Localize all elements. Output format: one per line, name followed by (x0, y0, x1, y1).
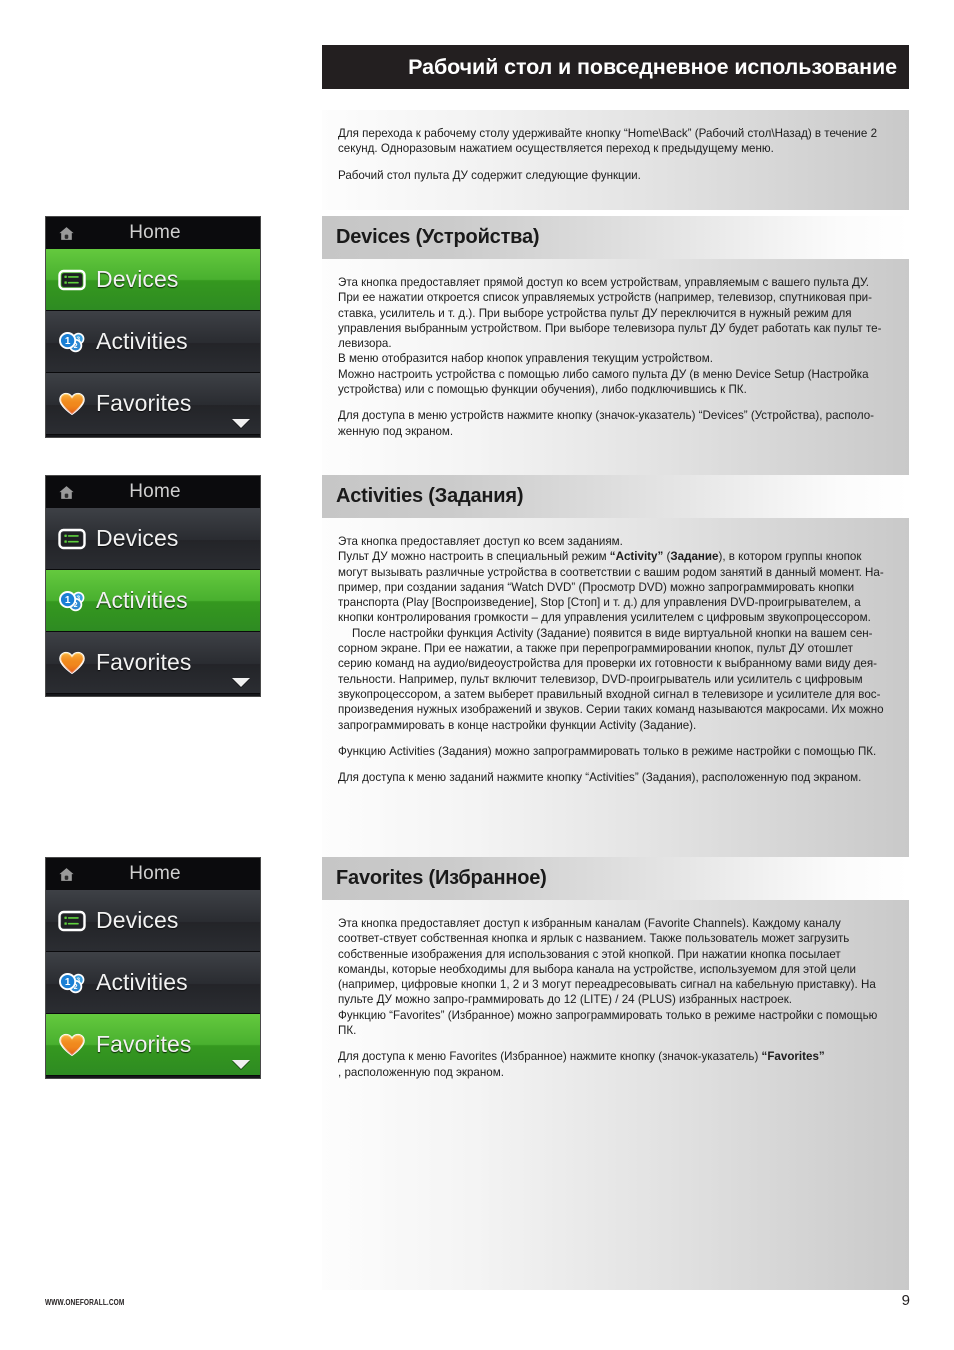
chevron-down-icon[interactable] (232, 678, 250, 687)
section-body-devices: Эта кнопка предоставляет прямой доступ к… (322, 259, 909, 483)
section-activities: Activities (Задания) Эта кнопка предоста… (322, 475, 909, 861)
screen-row-activities[interactable]: 3 2 1 Activities (46, 952, 260, 1014)
activities-icon: 3 2 1 (57, 327, 87, 357)
section-heading-text: Devices (Устройства) (336, 226, 540, 248)
devices-icon (57, 906, 87, 936)
screen-row-devices[interactable]: Devices (46, 508, 260, 570)
page-title: Рабочий стол и повседневное использовани… (322, 45, 909, 89)
screen-titlebar: Home (46, 858, 260, 890)
favorites-paragraph-3: Для доступа к меню Favorites (Избранное)… (338, 1049, 887, 1080)
devices-paragraph-1: Эта кнопка предоставляет прямой доступ к… (338, 276, 882, 351)
screen-title-label: Home (129, 222, 181, 243)
section-heading-text: Activities (Задания) (336, 485, 524, 507)
svg-text:1: 1 (65, 595, 71, 606)
screen-row-favorites[interactable]: Favorites (46, 1014, 260, 1076)
intro-paragraph-1: Для перехода к рабочему столу удерживайт… (338, 127, 878, 156)
favorites-paragraph-1: Эта кнопка предоставляет доступ к избран… (338, 917, 876, 1007)
favorites-paragraph-2: Функцию “Favorites” (Избранное) можно за… (338, 1008, 878, 1038)
screen-row-activities[interactable]: 3 2 1 Activities (46, 311, 260, 373)
section-favorites: Favorites (Избранное) Эта кнопка предост… (322, 857, 909, 1290)
activities-icon: 3 2 1 (57, 968, 87, 998)
devices-paragraph-4: Для доступа в меню устройств нажмите кно… (338, 409, 875, 438)
favorites-icon (57, 1030, 87, 1060)
remote-screen-activities: Home Devices 3 2 1 Activities Favorites (45, 475, 261, 697)
screen-titlebar: Home (46, 217, 260, 249)
fav-p3-b: , расположенную под экраном. (338, 1065, 504, 1079)
screen-row-label: Devices (96, 907, 179, 933)
screen-row-activities[interactable]: 3 2 1 Activities (46, 570, 260, 632)
section-heading-text: Favorites (Избранное) (336, 867, 547, 889)
remote-screen-mockups: Home Devices 3 2 1 Activities Favorites … (45, 0, 261, 1350)
home-icon (58, 484, 75, 501)
section-heading-devices: Devices (Устройства) (322, 216, 909, 259)
fav-p3-bold-favorites: “Favorites” (761, 1050, 825, 1064)
chevron-down-icon[interactable] (232, 1060, 250, 1069)
favorites-icon (57, 389, 87, 419)
act-p2-bold-zadanie: Задание (670, 550, 719, 564)
screen-titlebar: Home (46, 476, 260, 508)
devices-paragraph-2: В меню отобразится набор кнопок управлен… (338, 352, 713, 366)
screen-row-label: Devices (96, 525, 179, 551)
screen-row-label: Activities (96, 587, 188, 613)
chevron-down-icon[interactable] (232, 419, 250, 428)
screen-row-devices[interactable]: Devices (46, 249, 260, 311)
section-heading-favorites: Favorites (Избранное) (322, 857, 909, 900)
screen-row-favorites[interactable]: Favorites (46, 373, 260, 435)
fav-p3-a: Для доступа к меню Favorites (Избранное)… (338, 1050, 762, 1064)
home-icon (58, 225, 75, 242)
remote-screen-devices: Home Devices 3 2 1 Activities Favorites (45, 216, 261, 438)
activities-paragraph-1: Эта кнопка предоставляет доступ ко всем … (338, 535, 623, 548)
section-body-favorites: Эта кнопка предоставляет доступ к избран… (322, 900, 909, 1290)
svg-text:1: 1 (65, 977, 71, 988)
intro-paragraph-2: Рабочий стол пульта ДУ содержит следующи… (338, 168, 641, 182)
act-p2-bold-activity: “Activity” (609, 550, 664, 564)
activities-icon: 3 2 1 (57, 586, 87, 616)
screen-row-label: Favorites (96, 1031, 192, 1057)
screen-row-favorites[interactable]: Favorites (46, 632, 260, 694)
section-devices: Devices (Устройства) Эта кнопка предоста… (322, 216, 909, 483)
intro-block: Для перехода к рабочему столу удерживайт… (322, 110, 909, 210)
devices-icon (57, 265, 87, 295)
screen-title-label: Home (129, 481, 181, 502)
home-icon (58, 866, 75, 883)
svg-text:1: 1 (65, 336, 71, 347)
screen-title-label: Home (129, 863, 181, 884)
favorites-icon (57, 648, 87, 678)
screen-row-label: Devices (96, 266, 179, 292)
screen-row-devices[interactable]: Devices (46, 890, 260, 952)
section-heading-activities: Activities (Задания) (322, 475, 909, 518)
screen-row-label: Favorites (96, 390, 192, 416)
page-title-text: Рабочий стол и повседневное использовани… (408, 54, 897, 79)
footer-page-number: 9 (901, 1292, 910, 1309)
activities-paragraph-2: Пульт ДУ можно настроить в специальный р… (338, 549, 887, 625)
section-body-activities: Эта кнопка предоставляет доступ ко всем … (322, 518, 909, 861)
activities-paragraph-5: Для доступа к меню заданий нажмите кнопк… (338, 771, 862, 785)
activities-paragraph-4: Функцию Activities (Задания) можно запро… (338, 744, 877, 758)
screen-row-label: Activities (96, 969, 188, 995)
remote-screen-favorites: Home Devices 3 2 1 Activities Favorites (45, 857, 261, 1079)
act-p2-a: Пульт ДУ можно настроить в специальный р… (338, 550, 610, 564)
devices-icon (57, 524, 87, 554)
screen-row-label: Activities (96, 328, 188, 354)
activities-paragraph-3: После настройки функция Activity (Задани… (338, 626, 884, 732)
footer-website-url: WWW.ONEFORALL.COM (45, 1298, 125, 1307)
devices-paragraph-3: Можно настроить устройства с помощью либ… (338, 367, 869, 397)
screen-row-label: Favorites (96, 649, 192, 675)
